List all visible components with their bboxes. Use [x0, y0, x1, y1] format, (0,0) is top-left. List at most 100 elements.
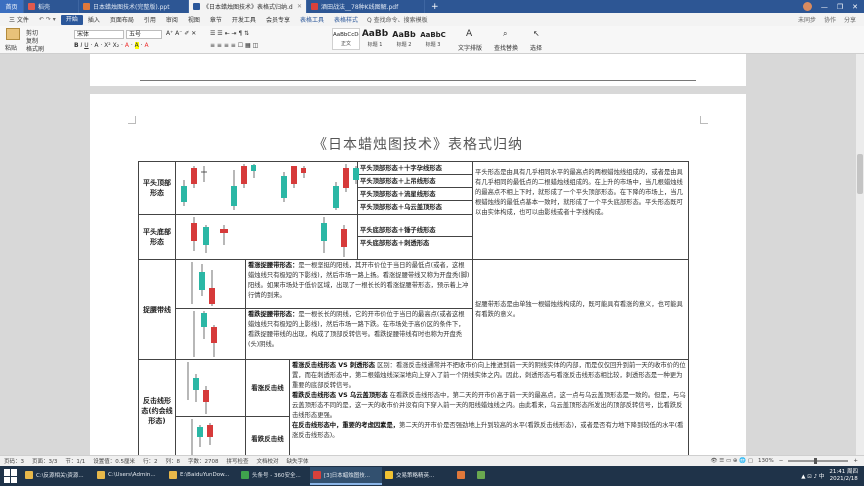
tab-docer[interactable]: 稻壳 [24, 0, 79, 13]
style-normal[interactable]: AaBbCcDd 正文 [332, 28, 360, 50]
clock[interactable]: 21:41 周四 2021/2/18 [829, 469, 858, 483]
document-area[interactable]: 《日本蜡烛图技术》表格式归纳 平头顶部形态 平头顶部形态＋十字孕线形态 平头顶部… [0, 54, 864, 455]
menu-developer[interactable]: 开发工具 [227, 15, 261, 24]
pattern-name: 平头顶部形态 [138, 161, 176, 215]
counter-text: 看涨反击线形态 VS 刺透形态 区别：看涨反击线通常并不把收市价向上推进到前一天… [288, 359, 690, 455]
task-label: [3]日本蜡烛图技... [324, 473, 371, 479]
task-item[interactable]: C:\反源相关\资源... [22, 467, 94, 485]
select-button[interactable]: 选择 [530, 43, 542, 52]
find-replace-icon[interactable]: ⌕ [503, 29, 507, 39]
menu-layout[interactable]: 页面布局 [105, 15, 139, 24]
vertical-scrollbar[interactable] [856, 54, 864, 455]
font-grow-icons[interactable]: A⁺ A⁻ ✐ ✕ [166, 30, 196, 37]
tab-home[interactable]: 首页 [0, 0, 24, 13]
candlestick-table[interactable]: 平头顶部形态 平头顶部形态＋十字孕线形态 平头顶部形态＋上吊线形态 平头顶部形态… [138, 161, 690, 455]
format-painter-button[interactable]: 格式刷 [26, 44, 44, 53]
status-right: 👁 ☰ ▭ ⊕ 🌐 ▢ 130% − + [711, 458, 864, 464]
margin-corner [700, 116, 708, 124]
zoom-slider-knob[interactable] [814, 458, 818, 464]
status-row: 行：2 [142, 459, 158, 465]
tab-pdf[interactable]: 酒田战法__78种K线图解.pdf [307, 0, 425, 13]
menu-member[interactable]: 会员专享 [261, 15, 295, 24]
chart-cell [175, 259, 246, 309]
window-controls: — ❐ ✕ [802, 0, 864, 13]
menu-view[interactable]: 视图 [183, 15, 205, 24]
select-icon[interactable]: ↖ [533, 29, 540, 38]
bear-counter-chart [191, 419, 213, 455]
task-item[interactable] [454, 467, 474, 485]
zoom-slider[interactable] [788, 458, 849, 464]
task-item[interactable]: 交易策略精英... [382, 467, 454, 485]
align-buttons[interactable]: ≡ ≡ ≡ ≡ ☐ ▦ ◫ [210, 42, 258, 49]
task-item-active[interactable]: [3]日本蜡烛图技... [310, 467, 382, 485]
font-style-buttons[interactable]: B I U · A · X² X₂ · A · A · A [74, 42, 149, 49]
scrollbar-thumb[interactable] [857, 154, 863, 194]
tab-ppt[interactable]: 日本蜡烛图技术(完整版).ppt [79, 0, 189, 13]
style-heading-3[interactable]: AaBbC 标题 3 [419, 28, 447, 50]
font-size-select[interactable]: 五号 [126, 30, 162, 39]
belt-bear-title: 看跌捉腰带形态： [248, 311, 299, 318]
status-spell[interactable]: 拼写检查 [226, 457, 248, 465]
view-mode-icons[interactable]: 👁 ☰ ▭ ⊕ 🌐 ▢ [711, 458, 754, 464]
status-pages[interactable]: 页面：3/3 [32, 457, 57, 465]
status-page[interactable]: 页码：3 [4, 457, 24, 465]
text-tools-button[interactable]: 文字排版 [458, 43, 482, 52]
ribbon: 粘贴 剪切 复制 格式刷 宋体 五号 A⁺ A⁻ ✐ ✕ B I U · A ·… [0, 26, 864, 54]
style-heading-1[interactable]: AaBb 标题 1 [361, 28, 389, 50]
status-words[interactable]: 字数：2708 [188, 457, 219, 465]
menu-review[interactable]: 审阅 [161, 15, 183, 24]
menu-table-style[interactable]: 表格样式 [329, 15, 363, 24]
tab-strip: 首页 稻壳 日本蜡烛图技术(完整版).ppt 《日本蜡烛图技术》表格式归纳.do… [0, 0, 864, 13]
zoom-out-icon[interactable]: − [779, 458, 784, 464]
pattern-name: 平头底部形态 [138, 214, 176, 260]
table-row: 反击线形态(约会线形态) 看涨反击线 看涨反击线形态 VS 刺透形态 区别：看涨… [138, 359, 690, 455]
menu-undo-icons[interactable]: ↶ ↷ ▾ [34, 16, 61, 23]
task-item[interactable]: 头条号 - 360安全... [238, 467, 310, 485]
paste-button[interactable]: 粘贴 [5, 43, 17, 52]
task-item[interactable]: C:\Users\Admin... [94, 467, 166, 485]
close-icon[interactable]: ✕ [297, 3, 302, 10]
pattern-type: 平头顶部形态＋上吊线形态 [358, 175, 473, 188]
font-name-select[interactable]: 宋体 [74, 30, 124, 39]
text-tools-icon[interactable]: A [466, 29, 472, 39]
new-tab-button[interactable]: + [425, 0, 445, 13]
table-row: 捉腰带线 看涨捉腰带形态：是一根坚挺的阳线，其开市价位于当日的最低点(或者，这根… [138, 259, 690, 360]
status-missing-font[interactable]: 缺失字体 [287, 457, 309, 465]
status-doc-check[interactable]: 文档校对 [256, 457, 278, 465]
tray-icons[interactable]: ▲ ⊡ ♪ 中 [801, 472, 824, 480]
find-replace-button[interactable]: 查找替换 [494, 43, 518, 52]
collaborate-button[interactable]: 协作 [824, 15, 836, 24]
window-close-icon[interactable]: ✕ [852, 3, 858, 11]
zoom-level[interactable]: 130% [758, 458, 774, 464]
task-item[interactable]: E:\BaiduYunDow... [166, 467, 238, 485]
menu-bar: 三 文件 ↶ ↷ ▾ 开始 插入 页面布局 引用 审阅 视图 章节 开发工具 会… [0, 13, 864, 26]
chart-cell [174, 161, 359, 215]
minimize-icon[interactable]: — [821, 3, 828, 11]
command-search[interactable]: Q 查找命令、搜索模板 [367, 15, 428, 24]
paragraph-buttons[interactable]: ☰ ☰ ⇤ ⇥ ¶ ⇅ [210, 30, 249, 37]
ppt-icon [83, 3, 90, 10]
zoom-in-icon[interactable]: + [853, 458, 858, 464]
counter-p2-title: 看跌反击线形态 VS 乌云盖顶形态 [292, 392, 388, 399]
maximize-icon[interactable]: ❐ [837, 3, 843, 11]
tab-doc-active[interactable]: 《日本蜡烛图技术》表格式归纳.doc ✕ [189, 0, 307, 13]
counter-p1-title: 看涨反击线形态 VS 刺透形态 [292, 362, 376, 369]
file-menu[interactable]: 三 文件 [4, 15, 34, 24]
paste-icon[interactable] [6, 28, 20, 40]
bull-counter-chart [187, 362, 209, 414]
avatar[interactable] [802, 2, 812, 11]
menu-reference[interactable]: 引用 [139, 15, 161, 24]
menu-insert[interactable]: 插入 [83, 15, 105, 24]
style-heading-2[interactable]: AaBb 标题 2 [390, 28, 418, 50]
menu-chapter[interactable]: 章节 [205, 15, 227, 24]
task-item[interactable] [474, 467, 494, 485]
sync-status[interactable]: 未同步 [798, 15, 816, 24]
menu-table-tools[interactable]: 表格工具 [295, 15, 329, 24]
windows-start-icon[interactable] [4, 469, 18, 483]
docer-icon [28, 3, 35, 10]
bear-belt-chart [193, 311, 217, 357]
pattern-type: 平头顶部形态＋乌云盖顶形态 [360, 204, 442, 211]
share-button[interactable]: 分享 [844, 15, 856, 24]
menu-start[interactable]: 开始 [60, 14, 83, 25]
pingtou-top-chart [181, 164, 359, 210]
